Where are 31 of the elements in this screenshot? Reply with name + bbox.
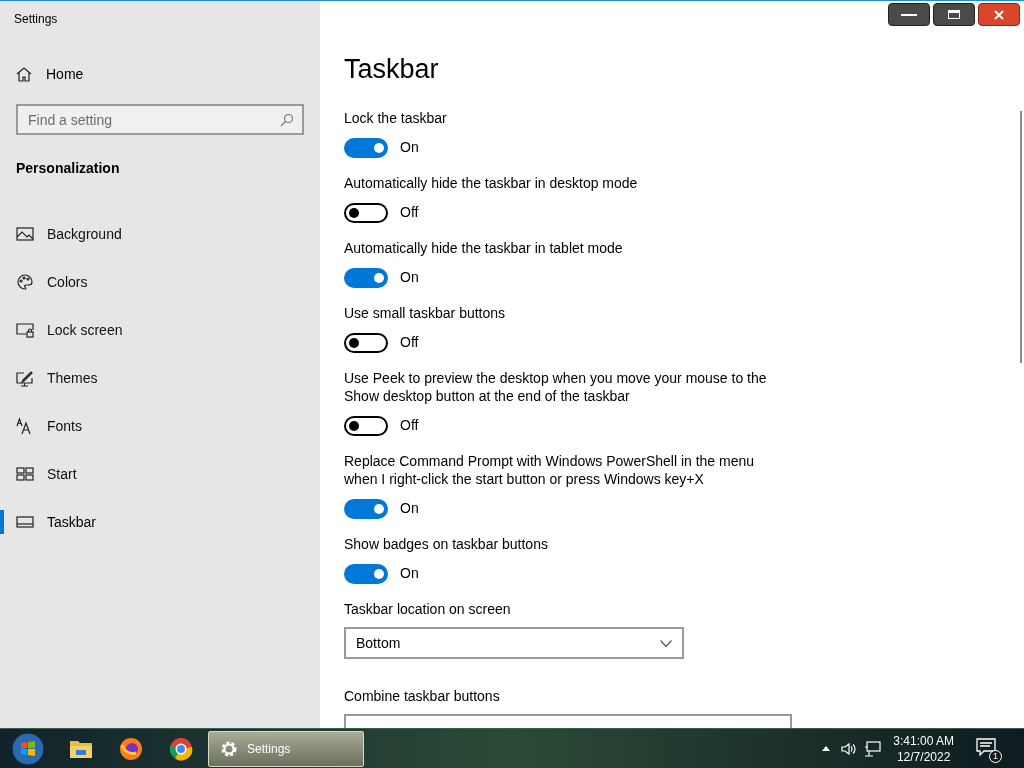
setting-label: Automatically hide the taskbar in tablet mode: [344, 239, 624, 257]
toggle-state: Off: [400, 333, 419, 352]
toggle-state: On: [400, 138, 419, 157]
nav-item[interactable]: Colors: [0, 262, 96, 302]
setting-label: Use small taskbar buttons: [344, 304, 507, 322]
toggle-state: Off: [400, 416, 419, 435]
setting-label: Show badges on taskbar buttons: [344, 535, 549, 553]
section-heading: Personalization: [15, 159, 121, 178]
home-link[interactable]: Home: [0, 59, 320, 89]
toggle-state: On: [400, 499, 419, 518]
toggle-state: On: [400, 564, 419, 583]
nav-item[interactable]: Fonts: [0, 406, 90, 446]
setting-label: Lock the taskbar: [344, 109, 448, 127]
dropdown[interactable]: Bottom: [344, 627, 684, 659]
nav-item[interactable]: Taskbar: [0, 502, 105, 542]
nav-item[interactable]: Themes: [0, 358, 106, 398]
toggle-state: Off: [400, 203, 419, 222]
search-field[interactable]: Find a setting: [16, 104, 304, 135]
setting-label: Replace Command Prompt with Windows PowerShell in the menu when I right-click the start button or press Windows key+X: [344, 452, 756, 488]
notification-badge: 1: [989, 749, 1002, 763]
setting-label: Use Peek to preview the desktop when you move your mouse to the Show desktop button at the end of the taskbar: [344, 369, 768, 405]
page-title: Taskbar: [344, 53, 440, 85]
nav-item[interactable]: Start: [0, 454, 85, 494]
window-title: Settings: [13, 11, 59, 28]
toggle-state: On: [400, 268, 419, 287]
setting-label: Automatically hide the taskbar in desktop mode: [344, 174, 639, 192]
nav-item[interactable]: Background: [0, 214, 130, 254]
nav-item[interactable]: Lock screen: [0, 310, 131, 350]
clock[interactable]: 3:41:00 AM 12/7/2022: [893, 732, 954, 765]
setting-label: Taskbar location on screen: [344, 600, 512, 618]
setting-label: Combine taskbar buttons: [344, 687, 501, 705]
